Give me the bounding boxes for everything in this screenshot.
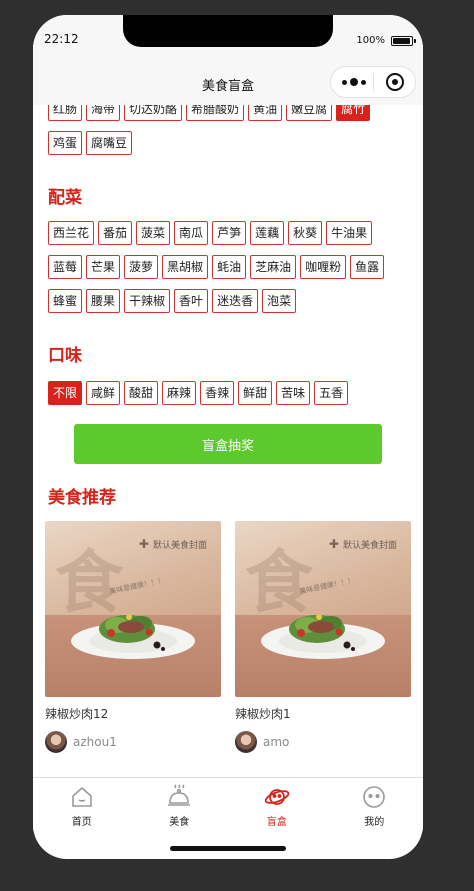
side-dish-tag[interactable]: 莲藕 — [250, 221, 285, 245]
close-mini-program-icon[interactable] — [374, 73, 415, 91]
phone-frame: 22:12 100% 美食盲盒 红肠 海带 切达奶酪 希腊酸奶 黄油 嫩豆腐 腐竹 鸡蛋 腐嘴… — [33, 15, 423, 859]
taste-tag[interactable]: 鲜甜 — [238, 381, 273, 405]
food-card-title: 辣椒炒肉1 — [235, 707, 291, 721]
side-dish-tag[interactable]: 西兰花 — [48, 221, 95, 245]
taste-tag[interactable]: 五香 — [314, 381, 349, 405]
side-dishes-row: 西兰花 番茄 菠菜 南瓜 芦笋 莲藕 秋葵 牛油果 — [48, 221, 373, 245]
side-dish-tag[interactable]: 蚝油 — [212, 255, 247, 279]
ingredient-tag[interactable]: 鸡蛋 — [48, 131, 83, 155]
tab-food[interactable]: 美食 — [131, 778, 229, 831]
taste-tag[interactable]: 咸鲜 — [86, 381, 121, 405]
recommend-title: 美食推荐 — [48, 488, 116, 508]
tab-label: 美食 — [169, 817, 190, 828]
side-dish-tag[interactable]: 牛油果 — [326, 221, 373, 245]
side-dish-tag[interactable]: 黑胡椒 — [162, 255, 209, 279]
face-icon — [361, 784, 387, 810]
ingredient-tag[interactable]: 希腊酸奶 — [186, 105, 245, 121]
side-dish-tag[interactable]: 菠菜 — [136, 221, 171, 245]
cover-caption: ✚ 默认美食封面 — [138, 537, 207, 551]
side-dish-tag[interactable]: 鱼露 — [350, 255, 385, 279]
side-dish-tag[interactable]: 迷迭香 — [212, 289, 259, 313]
main-ingredients-row: 鸡蛋 腐嘴豆 — [48, 131, 133, 155]
side-dish-tag[interactable]: 芒果 — [86, 255, 121, 279]
side-dish-tag[interactable]: 芦笋 — [212, 221, 247, 245]
side-dish-tag[interactable]: 蓝莓 — [48, 255, 83, 279]
ingredient-tag[interactable]: 嫩豆腐 — [286, 105, 333, 121]
status-time: 22:12 — [44, 32, 79, 46]
blind-box-draw-button[interactable]: 盲盒抽奖 — [74, 424, 382, 464]
food-card-author[interactable]: amo — [235, 731, 411, 753]
side-dishes-row: 蓝莓 芒果 菠萝 黑胡椒 蚝油 芝麻油 咖喱粉 鱼露 — [48, 255, 385, 279]
author-name: azhou1 — [73, 735, 117, 749]
side-dish-tag[interactable]: 香叶 — [174, 289, 209, 313]
plus-icon: ✚ — [138, 537, 149, 551]
side-dish-tag[interactable]: 番茄 — [98, 221, 133, 245]
taste-row: 不限 咸鲜 酸甜 麻辣 香辣 鲜甜 苦味 五香 — [48, 381, 349, 405]
side-dish-tag[interactable]: 干辣椒 — [124, 289, 171, 313]
salad-plate-illustration — [69, 599, 197, 663]
taste-title: 口味 — [48, 346, 82, 366]
taste-tag[interactable]: 不限 — [48, 381, 83, 405]
cover-caption: ✚ 默认美食封面 — [328, 537, 397, 551]
home-icon — [69, 784, 95, 810]
tab-mine[interactable]: 我的 — [326, 778, 424, 831]
side-dishes-title: 配菜 — [48, 188, 82, 208]
taste-tag[interactable]: 酸甜 — [124, 381, 159, 405]
food-cover-image[interactable]: 食 ✚ 默认美食封面 美味是健康！！！ — [235, 521, 411, 697]
mini-program-capsule — [330, 66, 416, 98]
food-card[interactable]: 食 ✚ 默认美食封面 美味是健康！！！ — [45, 521, 221, 753]
food-card-author[interactable]: azhou1 — [45, 731, 221, 753]
tab-bar: 首页 美食 盲盒 我的 — [33, 777, 423, 831]
tab-label: 我的 — [364, 817, 385, 828]
more-menu-icon[interactable] — [331, 78, 373, 86]
side-dish-tag[interactable]: 芝麻油 — [250, 255, 297, 279]
avatar — [45, 731, 67, 753]
food-card-title: 辣椒炒肉12 — [45, 707, 109, 721]
food-cover-image[interactable]: 食 ✚ 默认美食封面 美味是健康！！！ — [45, 521, 221, 697]
side-dish-tag[interactable]: 南瓜 — [174, 221, 209, 245]
tab-label: 盲盒 — [266, 817, 287, 828]
side-dish-tag[interactable]: 腰果 — [86, 289, 121, 313]
tab-home[interactable]: 首页 — [33, 778, 131, 831]
battery-percent: 100% — [356, 35, 385, 46]
author-name: amo — [263, 735, 290, 749]
ingredient-tag[interactable]: 海带 — [86, 105, 121, 121]
plus-icon: ✚ — [328, 537, 339, 551]
side-dish-tag[interactable]: 菠萝 — [124, 255, 159, 279]
food-card[interactable]: 食 ✚ 默认美食封面 美味是健康！！！ — [235, 521, 411, 753]
nav-bar: 美食盲盒 — [33, 59, 423, 105]
tab-label: 首页 — [71, 817, 92, 828]
scroll-content[interactable]: 红肠 海带 切达奶酪 希腊酸奶 黄油 嫩豆腐 腐竹 鸡蛋 腐嘴豆 配菜 西兰花 番茄 菠菜 南瓜 芦笋… — [33, 105, 423, 777]
side-dishes-row: 蜂蜜 腰果 干辣椒 香叶 迷迭香 泡菜 — [48, 289, 297, 313]
salad-plate-illustration — [259, 599, 387, 663]
ingredient-tag[interactable]: 红肠 — [48, 105, 83, 121]
taste-tag[interactable]: 苦味 — [276, 381, 311, 405]
side-dish-tag[interactable]: 泡菜 — [262, 289, 297, 313]
main-ingredients-row-partial: 红肠 海带 切达奶酪 希腊酸奶 黄油 嫩豆腐 腐竹 — [48, 105, 371, 121]
side-dish-tag[interactable]: 咖喱粉 — [300, 255, 347, 279]
status-right: 100% — [356, 35, 416, 46]
ingredient-tag[interactable]: 切达奶酪 — [124, 105, 183, 121]
side-dish-tag[interactable]: 秋葵 — [288, 221, 323, 245]
side-dish-tag[interactable]: 蜂蜜 — [48, 289, 83, 313]
home-indicator — [170, 846, 286, 851]
ingredient-tag[interactable]: 黄油 — [248, 105, 283, 121]
planet-icon — [264, 784, 290, 810]
notch — [123, 15, 333, 47]
tab-blind-box[interactable]: 盲盒 — [228, 778, 326, 831]
taste-tag[interactable]: 麻辣 — [162, 381, 197, 405]
avatar — [235, 731, 257, 753]
ingredient-tag[interactable]: 腐竹 — [336, 105, 371, 121]
battery-icon — [391, 35, 416, 46]
food-cloche-icon — [166, 784, 192, 810]
ingredient-tag[interactable]: 腐嘴豆 — [86, 131, 133, 155]
taste-tag[interactable]: 香辣 — [200, 381, 235, 405]
